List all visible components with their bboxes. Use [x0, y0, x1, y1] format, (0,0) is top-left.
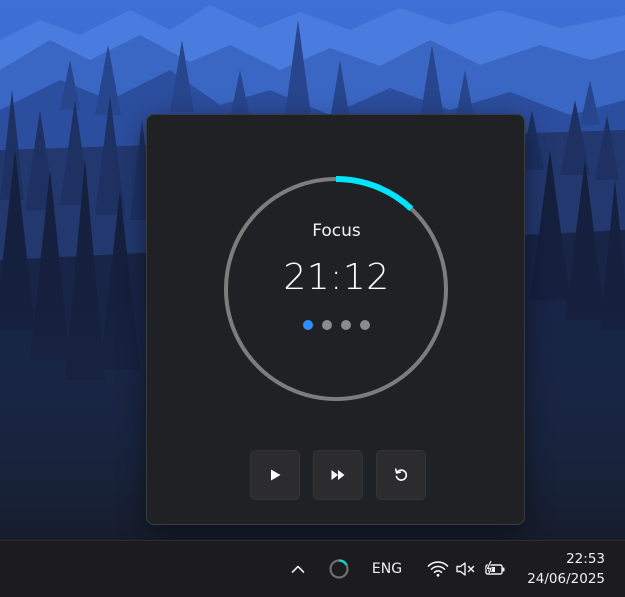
- timer-tray-app[interactable]: [327, 557, 351, 581]
- clock-date: 24/06/2025: [527, 571, 605, 587]
- clock-time: 22:53: [566, 551, 605, 567]
- session-dot: [322, 320, 332, 330]
- restart-icon: [395, 468, 408, 481]
- session-dot: [341, 320, 351, 330]
- session-label: Focus: [312, 221, 361, 241]
- session-indicator: [147, 320, 526, 330]
- battery-charging-icon: [485, 560, 505, 575]
- timer-controls: [250, 450, 426, 500]
- play-button[interactable]: [250, 450, 300, 500]
- speaker-muted-icon: [456, 562, 475, 576]
- fast-forward-icon: [331, 470, 345, 480]
- show-hidden-icons-button[interactable]: [286, 559, 310, 579]
- skip-button[interactable]: [313, 450, 363, 500]
- quick-settings-button[interactable]: [422, 555, 512, 583]
- reset-button[interactable]: [376, 450, 426, 500]
- timer-app-icon: [329, 559, 349, 579]
- play-icon: [271, 469, 281, 481]
- focus-timer-window: Focus 21:12: [146, 114, 525, 525]
- wifi-icon: [427, 561, 449, 577]
- language-indicator[interactable]: ENG: [364, 541, 410, 597]
- session-dot: [303, 320, 313, 330]
- progress-arc: [335, 176, 414, 212]
- chevron-up-icon: [291, 565, 305, 573]
- session-dot: [360, 320, 370, 330]
- taskbar: ENG 22:53 24/06/2025: [0, 540, 625, 597]
- time-remaining: 21:12: [283, 257, 390, 298]
- system-clock[interactable]: 22:53 24/06/2025: [527, 549, 605, 589]
- desktop: Focus 21:12 ENG 22:53 24/06/2025: [0, 0, 625, 597]
